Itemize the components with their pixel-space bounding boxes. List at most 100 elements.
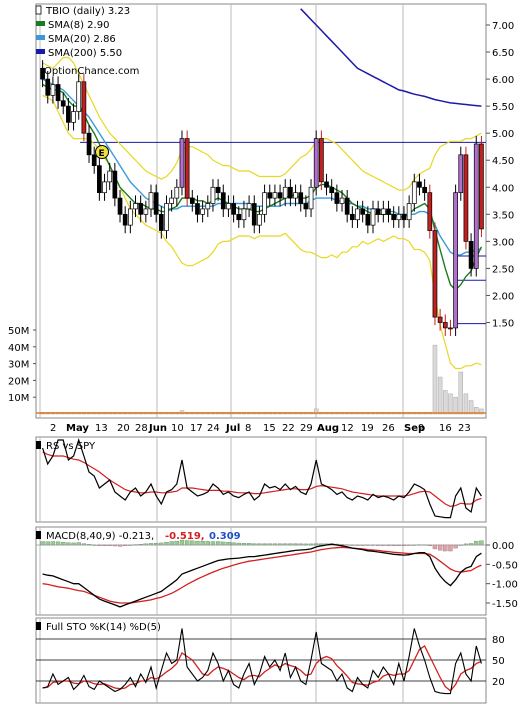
sto-tick-label: 20 <box>492 677 505 688</box>
candle-body <box>432 230 438 318</box>
x-axis-label: 22 <box>282 423 295 434</box>
candle-body <box>313 138 319 188</box>
candle-body <box>360 208 366 215</box>
candle-body <box>262 192 267 215</box>
macd-histogram-bar <box>50 541 56 546</box>
candle-body <box>246 203 252 210</box>
candle-body <box>355 208 360 221</box>
x-axis-label: 15 <box>263 423 276 434</box>
macd-histogram-bar <box>272 543 278 546</box>
price-tick-label: 5.00 <box>492 129 514 140</box>
price-legend-title: TBIO (daily) 3.23 <box>45 6 130 17</box>
candle-body <box>205 203 211 210</box>
macd-histogram-bar <box>479 540 484 546</box>
sma20-legend-swatch <box>36 35 45 40</box>
macd-histogram-bar <box>355 544 360 546</box>
macd-histogram-bar <box>86 544 92 546</box>
candle-body <box>324 181 329 188</box>
candle-body <box>138 203 144 215</box>
candle-body <box>179 138 185 188</box>
candle-body <box>215 186 221 194</box>
candle-body <box>55 84 61 102</box>
price-tick-label: 3.00 <box>492 237 514 248</box>
candle-body <box>158 213 164 231</box>
candle-body <box>107 170 113 183</box>
volume-bar <box>443 390 448 415</box>
macd-histogram-bar <box>226 542 231 546</box>
macd-histogram-bar <box>123 544 128 546</box>
price-tick-label: 3.50 <box>492 210 514 221</box>
macd-histogram-bar <box>257 543 262 546</box>
x-axis-label: 13 <box>95 423 108 434</box>
volume-bar <box>458 371 464 415</box>
volume-tick-label: 20M <box>8 376 29 387</box>
macd-histogram-bar <box>148 543 154 546</box>
candle-body <box>437 316 443 323</box>
x-axis-label: 19 <box>361 423 374 434</box>
macd-tick-label: -1.50 <box>492 599 518 610</box>
candle-body <box>427 192 433 231</box>
candle-body <box>81 81 87 134</box>
candle-body <box>195 203 200 215</box>
macd-histogram-bar <box>293 543 298 546</box>
macd-histogram-bar <box>45 541 50 546</box>
candle-body <box>329 186 335 194</box>
candle-body <box>251 203 257 226</box>
macd-histogram-bar <box>376 544 381 546</box>
candle-body <box>200 208 205 215</box>
macd-legend: MACD(8,40,9) -0.213, -0.519, 0.309 <box>36 531 241 542</box>
macd-histogram-bar <box>55 541 61 546</box>
candle-body <box>97 165 102 194</box>
macd-histogram-bar <box>283 543 288 546</box>
candle-body <box>442 322 448 329</box>
candle-body <box>303 203 309 210</box>
volume-bar <box>448 393 453 415</box>
price-tick-label: 4.50 <box>492 156 514 167</box>
candle-body <box>458 154 464 194</box>
candle-body <box>174 186 180 199</box>
macd-histogram-bar <box>143 543 148 546</box>
candle-body <box>133 203 138 210</box>
candle-body <box>473 143 479 269</box>
macd-histogram-bar <box>468 543 474 546</box>
candle-body <box>45 78 51 96</box>
macd-histogram-bar <box>381 544 386 546</box>
candle-body <box>406 203 412 221</box>
candle-body <box>66 105 71 123</box>
candle-body <box>277 192 283 199</box>
candle-body <box>50 84 56 96</box>
candle-body <box>288 186 293 199</box>
price-tick-label: 7.00 <box>492 21 514 32</box>
candle-body <box>153 192 159 215</box>
candle-body <box>308 186 314 210</box>
sma200-legend-swatch <box>36 49 45 54</box>
candle-body <box>401 213 407 221</box>
rs-legend-label: RS vs SPY <box>46 441 96 452</box>
macd-histogram-bar <box>412 544 417 546</box>
price-tick-label: 5.50 <box>492 102 514 113</box>
macd-histogram-bar <box>221 541 226 546</box>
macd-histogram-bar <box>386 544 391 546</box>
macd-histogram-bar <box>241 543 247 546</box>
macd-histogram-bar <box>92 544 97 546</box>
candle-body <box>386 208 391 215</box>
candle-body <box>391 213 397 221</box>
macd-histogram-bar <box>246 543 252 546</box>
candle-body <box>349 213 355 221</box>
candle-body <box>411 181 417 204</box>
sto-legend-swatch <box>36 622 41 630</box>
price-tick-label: 2.00 <box>492 291 514 302</box>
macd-histogram-bar <box>437 544 443 551</box>
macd-histogram-bar <box>288 543 293 546</box>
candle-body <box>375 208 381 215</box>
x-axis-label: 29 <box>300 423 313 434</box>
macd-histogram-bar <box>443 544 448 552</box>
macd-histogram-bar <box>277 543 283 546</box>
candle-body <box>169 197 175 204</box>
candle-body <box>231 203 236 215</box>
candle-body <box>184 138 190 199</box>
candle-body <box>112 170 118 199</box>
macd-histogram-bar <box>71 542 76 546</box>
macd-histogram-bar <box>360 544 365 546</box>
macd-histogram-bar <box>427 544 432 546</box>
